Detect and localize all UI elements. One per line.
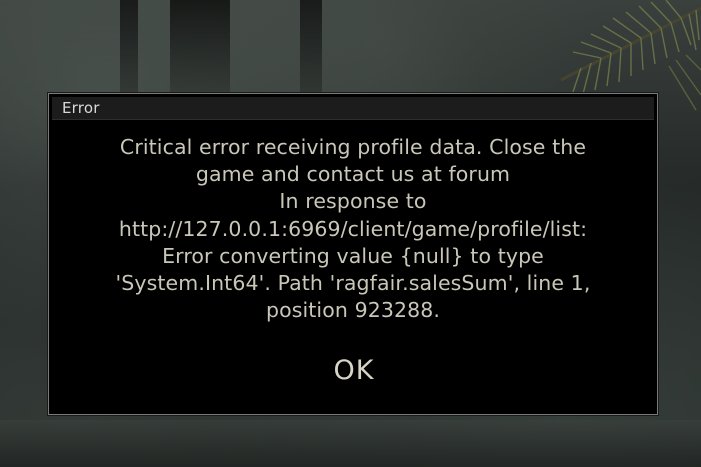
error-message-line: position 923288. — [265, 298, 441, 323]
error-message: Critical error receiving profile data. C… — [59, 134, 647, 324]
background-ground — [0, 420, 701, 467]
error-message-line: http://127.0.0.1:6969/client/game/profil… — [118, 216, 588, 241]
background-beam — [300, 0, 322, 95]
background-beam — [120, 0, 138, 95]
error-message-line: game and contact us at forum — [195, 162, 511, 187]
error-message-line: 'System.Int64'. Path 'ragfair.salesSum',… — [115, 271, 591, 296]
dialog-title: Error — [62, 99, 100, 117]
error-dialog: Error Critical error receiving profile d… — [48, 93, 658, 415]
background-beam — [170, 0, 230, 95]
ok-button[interactable]: OK — [304, 350, 404, 392]
dialog-titlebar: Error — [52, 97, 654, 120]
error-message-line: Critical error receiving profile data. C… — [119, 135, 587, 159]
error-message-line: In response to — [279, 189, 427, 214]
game-background: Error Critical error receiving profile d… — [0, 0, 701, 467]
error-message-line: Error converting value {null} to type — [162, 243, 544, 268]
